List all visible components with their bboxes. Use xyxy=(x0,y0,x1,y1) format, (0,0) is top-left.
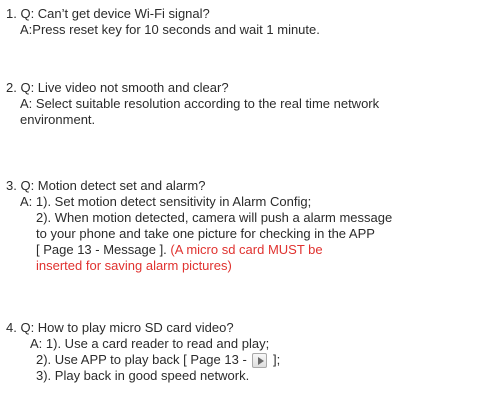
faq-item-1: 1. Q: Can’t get device Wi-Fi signal? A:P… xyxy=(6,6,320,38)
faq-item-2: 2. Q: Live video not smooth and clear? A… xyxy=(6,80,379,128)
faq-question-2: 2. Q: Live video not smooth and clear? xyxy=(6,80,229,95)
faq-answer-3-line-3: to your phone and take one picture for c… xyxy=(36,226,375,241)
faq-answer-2-line-1: A: Select suitable resolution according … xyxy=(20,96,380,111)
faq-item-4: 4. Q: How to play micro SD card video? A… xyxy=(6,320,280,384)
faq-answer-3-line-2: 2). When motion detected, camera will pu… xyxy=(36,210,393,225)
faq-answer-4-line-2: 2). Use APP to play back [ Page 13 - ]; xyxy=(6,352,280,368)
faq-answer-3-line-1: A: 1). Set motion detect sensitivity in … xyxy=(20,194,312,209)
playback-instruction-suffix: ]; xyxy=(273,352,281,367)
faq-question-1: 1. Q: Can’t get device Wi-Fi signal? xyxy=(6,6,210,21)
play-icon xyxy=(252,353,268,368)
faq-item-3: 3. Q: Motion detect set and alarm? A: 1)… xyxy=(6,178,392,274)
sd-card-warning-line-2: inserted for saving alarm pictures) xyxy=(36,258,232,273)
sd-card-warning-line-1: (A micro sd card MUST be xyxy=(170,242,323,257)
faq-answer-4-line-1: A: 1). Use a card reader to read and pla… xyxy=(30,336,270,351)
page-reference-message: [ Page 13 - Message ]. xyxy=(36,242,167,257)
faq-answer-4-line-3: 3). Play back in good speed network. xyxy=(36,368,250,383)
faq-question-3: 3. Q: Motion detect set and alarm? xyxy=(6,178,206,193)
faq-answer-2-line-2: environment. xyxy=(20,112,96,127)
faq-answer-3-line-4: [ Page 13 - Message ]. (A micro sd card … xyxy=(6,242,392,258)
faq-question-4: 4. Q: How to play micro SD card video? xyxy=(6,320,234,335)
faq-answer-1: A:Press reset key for 10 seconds and wai… xyxy=(20,22,320,37)
playback-instruction-text: 2). Use APP to play back [ Page 13 - xyxy=(36,352,247,367)
